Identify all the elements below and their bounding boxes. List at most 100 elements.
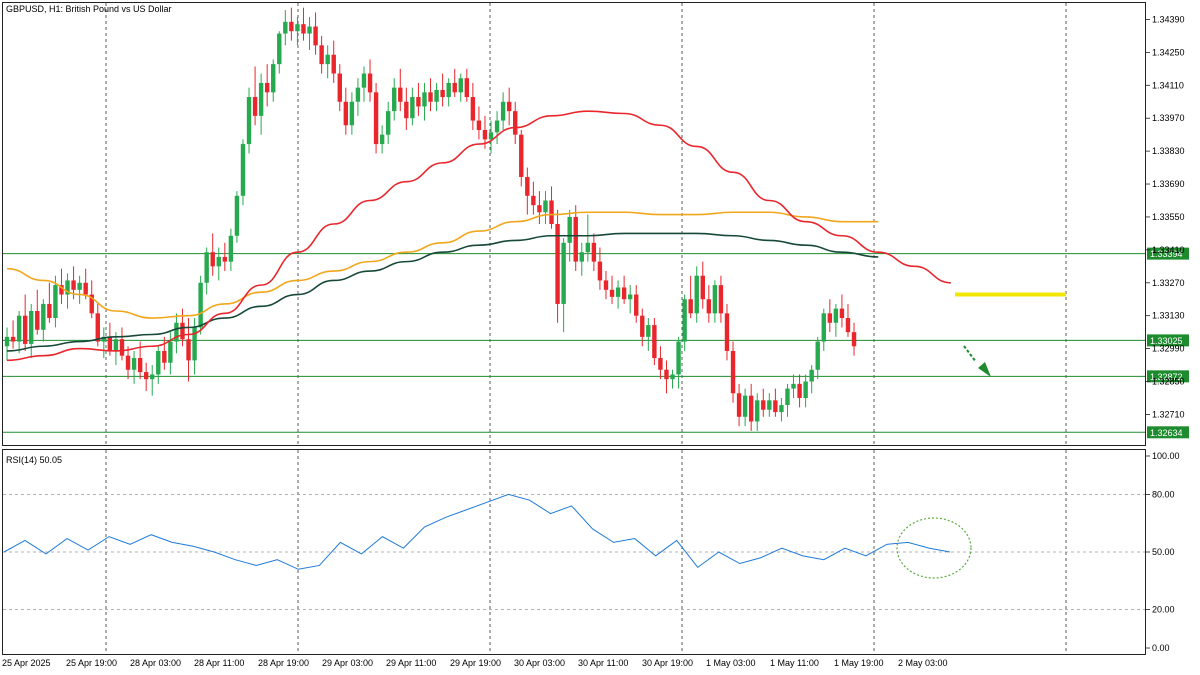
candle-body: [803, 381, 808, 398]
candle-body: [240, 144, 246, 196]
candle-body: [440, 89, 445, 98]
candle-body: [234, 195, 240, 236]
candle-body: [16, 315, 22, 342]
x-tick-label: 2 May 03:00: [898, 658, 948, 668]
candle-body: [506, 101, 512, 112]
candle-body: [4, 336, 10, 347]
candle-body: [446, 82, 451, 98]
candle-body: [10, 336, 16, 342]
candle-body: [470, 97, 476, 121]
candle-body: [646, 325, 651, 337]
candle-body: [125, 355, 131, 370]
candle-body: [688, 299, 693, 314]
candle-body: [264, 82, 270, 93]
y-tick-label: 1.34110: [1152, 80, 1184, 90]
candle-body: [83, 282, 88, 295]
candle-body: [143, 372, 149, 380]
candle-body: [785, 388, 790, 406]
candle-body: [531, 195, 536, 206]
candle-body: [670, 374, 675, 380]
candle-body: [694, 275, 699, 314]
candle-body: [706, 299, 712, 314]
candle-body: [180, 322, 185, 340]
candle-body: [682, 299, 687, 342]
y-tick-label: 1.33970: [1152, 113, 1185, 123]
candle-body: [186, 339, 191, 361]
x-tick-label: 29 Apr 11:00: [386, 658, 436, 668]
candle-body: [343, 101, 349, 126]
candle-body: [464, 78, 470, 98]
candle-body: [579, 252, 584, 262]
candle-body: [150, 374, 155, 380]
y-tick-label: 1.33270: [1152, 278, 1185, 288]
candle-body: [549, 200, 554, 224]
candle-body: [458, 78, 463, 93]
candle-body: [246, 97, 252, 145]
x-tick-label: 29 Apr 03:00: [322, 658, 373, 668]
candle-body: [573, 216, 578, 262]
candle-body: [567, 216, 572, 243]
candle-body: [131, 358, 137, 370]
candle-body: [809, 369, 814, 382]
candle-body: [331, 54, 336, 74]
candle-body: [658, 358, 663, 370]
candle-body: [404, 101, 409, 119]
candle-body: [500, 101, 506, 121]
candle-body: [283, 21, 288, 34]
candle-body: [271, 64, 276, 93]
candle-body: [652, 325, 657, 359]
candle-body: [289, 21, 294, 32]
candle-body: [700, 275, 705, 300]
candle-body: [410, 97, 415, 119]
candle-body: [41, 303, 46, 330]
candle-body: [379, 134, 385, 145]
candle-body: [113, 339, 119, 351]
y-tick-label: 1.34390: [1152, 14, 1185, 24]
x-tick-label: 25 Apr 19:00: [66, 658, 117, 668]
y-tick-label: 1.33410: [1152, 245, 1185, 255]
x-tick-label: 1 May 11:00: [770, 658, 819, 668]
candle-body: [513, 111, 518, 135]
candle-body: [367, 73, 373, 93]
rsi-y-tick-label: 80.00: [1152, 489, 1175, 499]
y-tick-label: 1.32710: [1152, 409, 1185, 419]
candle-body: [627, 294, 633, 300]
candle-body: [851, 332, 857, 347]
candle-body: [761, 400, 766, 410]
candle-body: [361, 73, 367, 88]
candle-body: [621, 287, 627, 300]
candle-body: [174, 322, 179, 342]
x-tick-label: 28 Apr 19:00: [258, 658, 309, 668]
candle-body: [434, 89, 439, 102]
candle-body: [664, 369, 669, 380]
y-tick-label: 1.33690: [1152, 179, 1185, 189]
x-tick-label: 29 Apr 19:00: [450, 658, 501, 668]
candle-body: [392, 87, 397, 112]
x-tick-label: 1 May 03:00: [706, 658, 756, 668]
candle-body: [119, 339, 125, 356]
candle-body: [385, 111, 391, 135]
candle-body: [615, 287, 621, 297]
x-tick-label: 30 Apr 19:00: [642, 658, 693, 668]
candle-body: [597, 261, 603, 281]
candle-body: [845, 318, 851, 333]
y-tick-label: 1.32990: [1152, 344, 1185, 354]
candle-body: [609, 289, 615, 297]
candle-body: [724, 313, 730, 351]
candle-body: [277, 33, 282, 65]
candle-body: [476, 120, 482, 130]
candle-body: [773, 400, 778, 413]
candle-body: [47, 303, 52, 319]
rsi-title: RSI(14) 50.05: [6, 455, 62, 465]
candle-body: [325, 54, 330, 65]
candle-body: [839, 308, 845, 319]
candle-body: [204, 252, 209, 283]
level-price-label: 1.32634: [1150, 428, 1183, 438]
candle-body: [755, 400, 760, 422]
candle-body: [767, 400, 772, 410]
candle-body: [162, 350, 167, 363]
y-tick-label: 1.33830: [1152, 146, 1185, 156]
x-tick-label: 30 Apr 03:00: [514, 658, 565, 668]
candle-body: [29, 310, 34, 344]
candle-body: [53, 285, 58, 319]
